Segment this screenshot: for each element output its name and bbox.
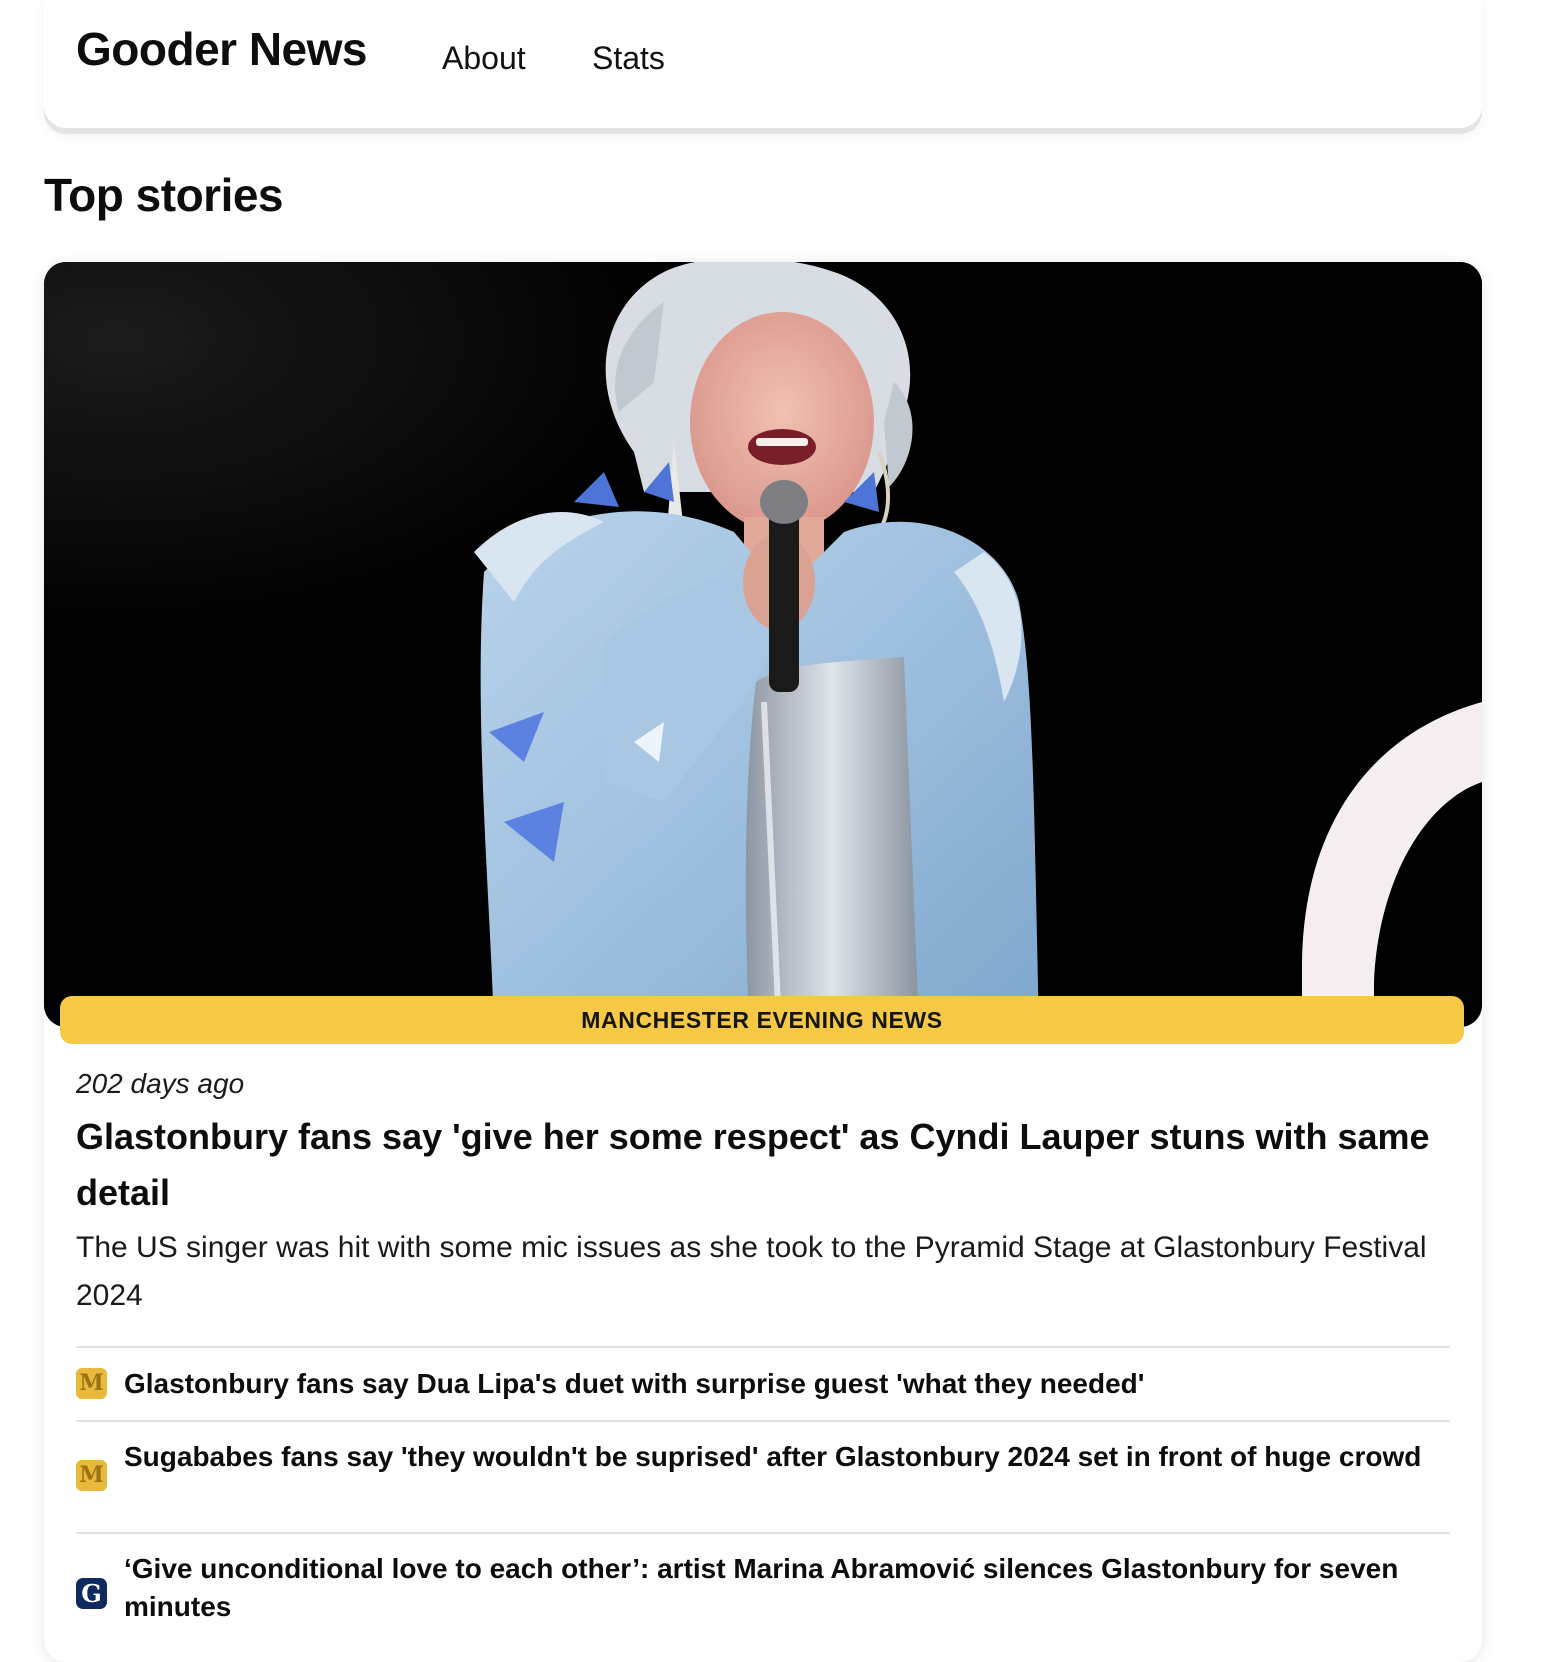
top-navbar: Gooder News About Stats bbox=[44, 0, 1482, 128]
brand-logo-link[interactable]: Gooder News bbox=[76, 22, 368, 76]
story-summary: The US singer was hit with some mic issu… bbox=[76, 1231, 1427, 1312]
top-story-card: MANCHESTER EVENING NEWS 202 days ago Gla… bbox=[44, 262, 1482, 1662]
related-story-title[interactable]: Glastonbury fans say Dua Lipa's duet wit… bbox=[124, 1365, 1424, 1403]
guardian-favicon-icon: G bbox=[76, 1578, 107, 1609]
nav-link-about[interactable]: About bbox=[442, 40, 526, 77]
section-title-top-stories: Top stories bbox=[44, 169, 284, 221]
story-headline-link[interactable]: Glastonbury fans say 'give her some resp… bbox=[76, 1109, 1446, 1221]
manchester-evening-news-favicon-icon: M bbox=[76, 1368, 107, 1399]
manchester-evening-news-favicon-icon: M bbox=[76, 1460, 107, 1491]
nav-link-stats[interactable]: Stats bbox=[592, 40, 665, 77]
related-stories-list: M Glastonbury fans say Dua Lipa's duet w… bbox=[76, 1346, 1450, 1644]
related-story-item[interactable]: M Glastonbury fans say Dua Lipa's duet w… bbox=[76, 1346, 1450, 1420]
story-hero-image[interactable] bbox=[44, 262, 1482, 1027]
singer-photo-icon bbox=[44, 262, 1482, 1027]
related-story-item[interactable]: G ‘Give unconditional love to each other… bbox=[76, 1532, 1450, 1644]
related-story-title[interactable]: Sugababes fans say 'they wouldn't be sup… bbox=[124, 1438, 1424, 1476]
related-story-title[interactable]: ‘Give unconditional love to each other’:… bbox=[124, 1550, 1424, 1626]
story-source-banner[interactable]: MANCHESTER EVENING NEWS bbox=[60, 996, 1464, 1044]
related-story-item[interactable]: M Sugababes fans say 'they wouldn't be s… bbox=[76, 1420, 1450, 1532]
story-timestamp: 202 days ago bbox=[76, 1068, 245, 1099]
